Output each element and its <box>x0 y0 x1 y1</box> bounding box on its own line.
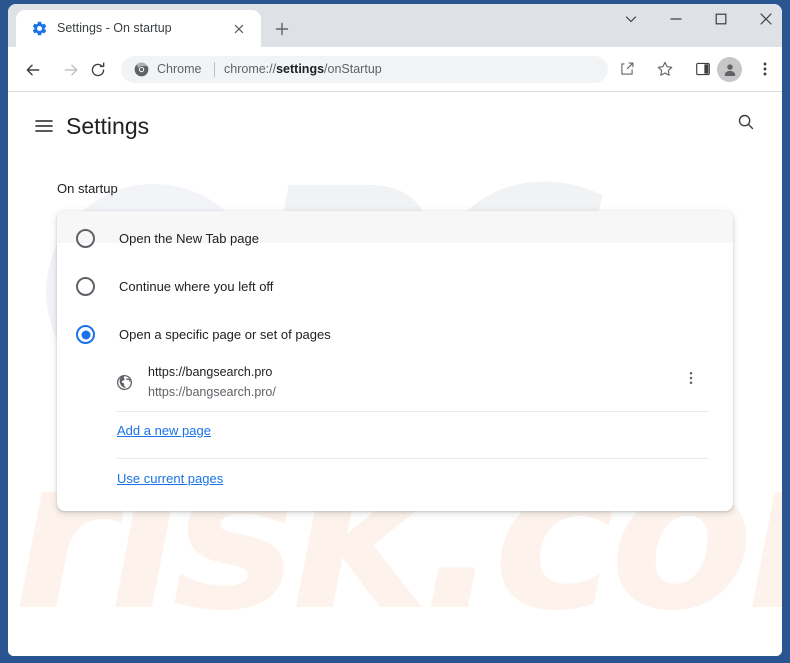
radio-button[interactable] <box>76 277 95 296</box>
omnibox-url: chrome://settings/onStartup <box>224 60 382 79</box>
arrow-right-icon <box>57 56 85 84</box>
section-label: On startup <box>57 181 118 196</box>
minimize-icon[interactable] <box>653 4 698 34</box>
settings-header: Settings <box>8 92 782 160</box>
startup-option-new-tab[interactable]: Open the New Tab page <box>57 215 733 263</box>
browser-window-frame: Settings - On startup Chrome chrome://se… <box>0 0 790 663</box>
close-icon[interactable] <box>743 4 782 34</box>
globe-icon <box>116 374 133 391</box>
radio-label: Open the New Tab page <box>119 231 259 246</box>
settings-gear-icon <box>31 20 48 37</box>
url-bold: settings <box>276 62 325 76</box>
arrow-left-icon[interactable] <box>19 56 47 84</box>
share-icon[interactable] <box>615 57 639 81</box>
reload-icon[interactable] <box>84 56 112 84</box>
chevron-down-icon[interactable] <box>608 4 653 34</box>
url-prefix: chrome:// <box>224 62 277 76</box>
on-startup-card: Open the New Tab page Continue where you… <box>57 211 733 511</box>
side-panel-icon[interactable] <box>691 57 715 81</box>
close-icon[interactable] <box>230 20 248 38</box>
startup-option-specific-pages[interactable]: Open a specific page or set of pages <box>57 311 733 359</box>
browser-window: Settings - On startup Chrome chrome://se… <box>8 4 782 656</box>
tab-title: Settings - On startup <box>57 21 172 35</box>
maximize-icon[interactable] <box>698 4 743 34</box>
browser-toolbar: Chrome chrome://settings/onStartup <box>8 47 782 92</box>
star-icon[interactable] <box>653 57 677 81</box>
startup-page-row: https://bangsearch.pro https://bangsearc… <box>57 356 733 408</box>
url-suffix: /onStartup <box>324 62 382 76</box>
startup-page-url: https://bangsearch.pro/ <box>148 385 276 399</box>
divider <box>117 411 709 412</box>
settings-page: PC risk.com Settings On startup <box>8 92 782 656</box>
radio-label: Continue where you left off <box>119 279 274 294</box>
avatar[interactable] <box>717 57 742 82</box>
divider <box>117 458 709 459</box>
new-tab-button[interactable] <box>270 17 294 41</box>
startup-page-title: https://bangsearch.pro <box>148 365 273 379</box>
radio-button[interactable] <box>76 229 95 248</box>
search-icon[interactable] <box>736 112 764 140</box>
radio-label: Open a specific page or set of pages <box>119 327 331 342</box>
page-title: Settings <box>66 113 150 139</box>
three-dots-vertical-icon[interactable] <box>683 370 709 396</box>
startup-option-continue[interactable]: Continue where you left off <box>57 263 733 311</box>
add-a-new-page-link[interactable]: Add a new page <box>117 421 211 441</box>
omnibox-scheme-label: Chrome <box>157 62 202 76</box>
tab-strip: Settings - On startup <box>8 4 782 47</box>
address-bar[interactable]: Chrome chrome://settings/onStartup <box>121 56 608 83</box>
radio-button[interactable] <box>76 325 95 344</box>
hamburger-menu-icon[interactable] <box>31 113 57 139</box>
omnibox-separator <box>214 62 215 77</box>
three-dots-vertical-icon[interactable] <box>753 57 777 81</box>
browser-tab[interactable]: Settings - On startup <box>16 10 261 47</box>
chrome-logo-icon <box>134 62 149 77</box>
use-current-pages-link[interactable]: Use current pages <box>117 469 223 489</box>
